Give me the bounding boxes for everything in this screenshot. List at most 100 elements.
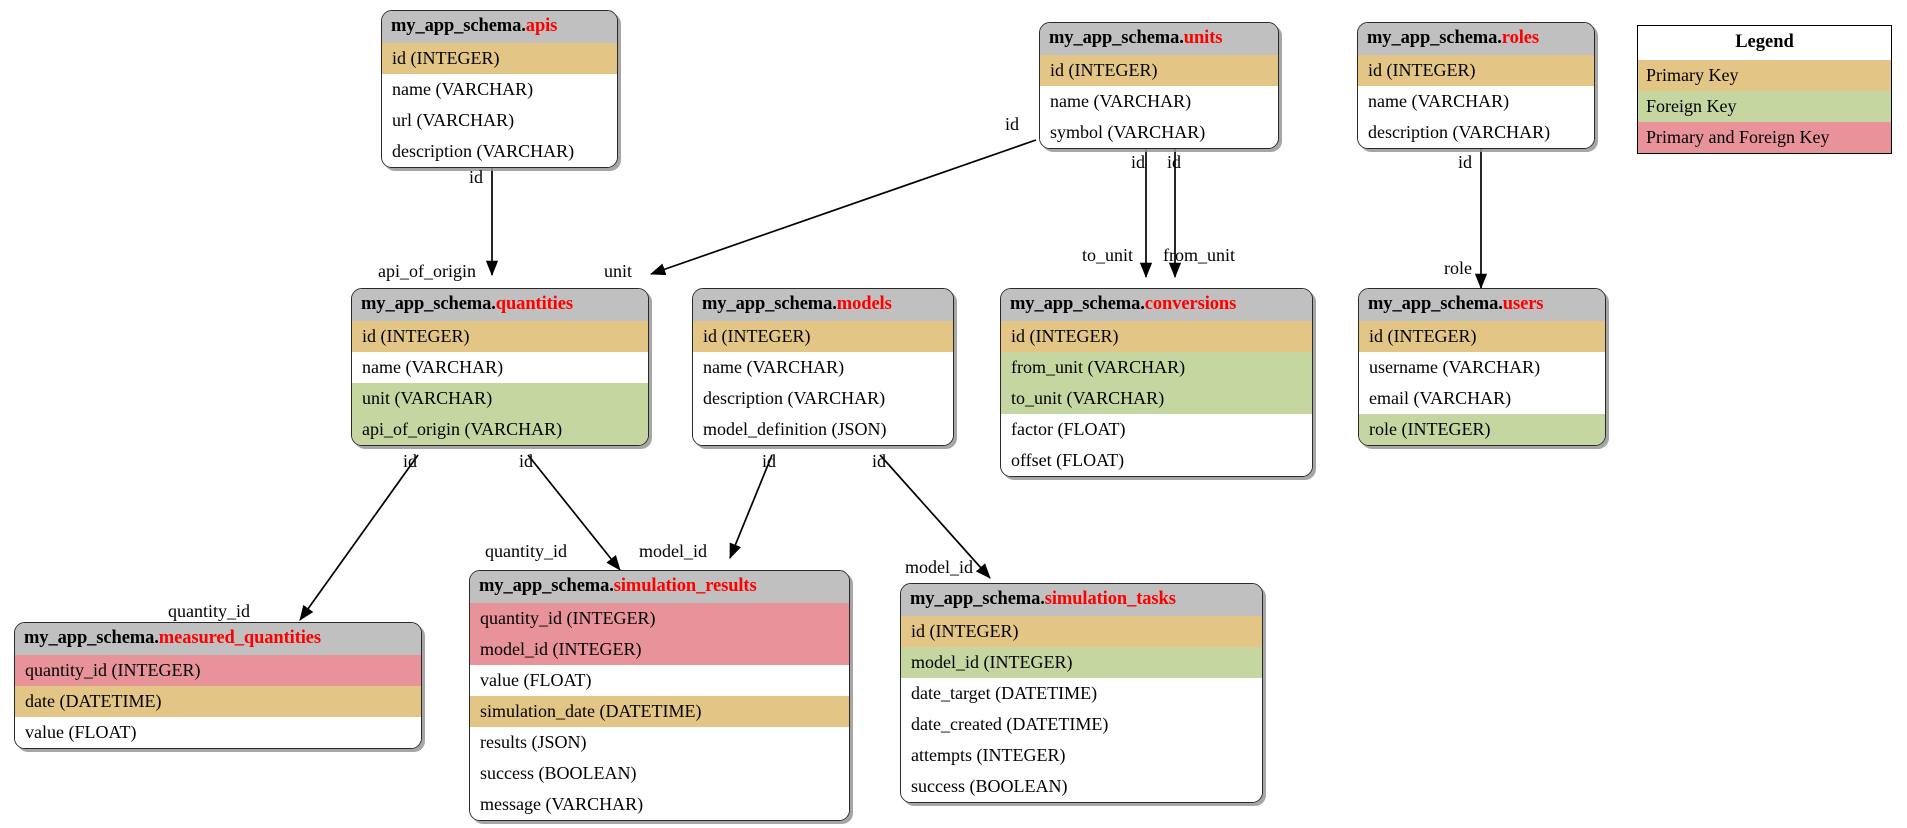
- table-header-apis: my_app_schema.apis: [382, 11, 617, 43]
- column-row: id (INTEGER): [1001, 320, 1312, 352]
- edge-label-models-simtasks-head: model_id: [905, 557, 973, 577]
- table-quantities[interactable]: my_app_schema.quantities id (INTEGER) na…: [351, 288, 649, 446]
- table-header-simulation-results: my_app_schema.simulation_results: [470, 571, 849, 603]
- edge-label-roles-users-tail: id: [1458, 152, 1473, 172]
- table-units[interactable]: my_app_schema.units id (INTEGER) name (V…: [1039, 22, 1279, 149]
- table-conversions[interactable]: my_app_schema.conversions id (INTEGER) f…: [1000, 288, 1313, 477]
- table-header-quantities: my_app_schema.quantities: [352, 289, 648, 321]
- column-row: name (VARCHAR): [1040, 85, 1278, 117]
- column-row: quantity_id (INTEGER): [470, 602, 849, 634]
- column-row: model_definition (JSON): [693, 413, 953, 445]
- schema-prefix: my_app_schema.: [391, 16, 526, 36]
- column-row: name (VARCHAR): [1358, 85, 1594, 117]
- table-name: simulation_tasks: [1044, 589, 1176, 609]
- table-name: quantities: [495, 294, 573, 314]
- er-diagram-canvas: my_app_schema.apis id (INTEGER) name (VA…: [0, 0, 1907, 828]
- column-row: description (VARCHAR): [1358, 116, 1594, 148]
- column-row: id (INTEGER): [1040, 54, 1278, 86]
- legend-panel: Legend Primary Key Foreign Key Primary a…: [1637, 25, 1892, 154]
- column-row: date_target (DATETIME): [901, 677, 1262, 709]
- edge-units-to-quantities: [650, 139, 1037, 276]
- schema-prefix: my_app_schema.: [1049, 28, 1184, 48]
- column-row: quantity_id (INTEGER): [15, 654, 421, 686]
- table-header-models: my_app_schema.models: [693, 289, 953, 321]
- schema-prefix: my_app_schema.: [1367, 28, 1502, 48]
- column-row: unit (VARCHAR): [352, 382, 648, 414]
- table-name: models: [836, 294, 892, 314]
- column-row: symbol (VARCHAR): [1040, 116, 1278, 148]
- table-header-units: my_app_schema.units: [1040, 23, 1278, 55]
- column-row: factor (FLOAT): [1001, 413, 1312, 445]
- table-models[interactable]: my_app_schema.models id (INTEGER) name (…: [692, 288, 954, 446]
- edge-label-conversions-to-unit-tail: id: [1131, 152, 1146, 172]
- edge-label-units-quantities-tail: id: [1005, 114, 1020, 134]
- edge-label-conversions-from-unit-head: from_unit: [1163, 245, 1235, 265]
- table-roles[interactable]: my_app_schema.roles id (INTEGER) name (V…: [1357, 22, 1595, 149]
- column-row: from_unit (VARCHAR): [1001, 351, 1312, 383]
- column-row: results (JSON): [470, 726, 849, 758]
- column-row: value (FLOAT): [15, 716, 421, 748]
- schema-prefix: my_app_schema.: [361, 294, 496, 314]
- edge-label-models-simtasks-tail: id: [872, 451, 887, 471]
- edge-label-apis-head: api_of_origin: [378, 261, 476, 281]
- column-row: username (VARCHAR): [1359, 351, 1605, 383]
- column-row: success (BOOLEAN): [470, 757, 849, 789]
- column-row: value (FLOAT): [470, 664, 849, 696]
- column-row: name (VARCHAR): [382, 73, 617, 105]
- column-row: simulation_date (DATETIME): [470, 695, 849, 727]
- edge-label-units-quantities-head: unit: [604, 261, 633, 281]
- edge-label-quantities-measured-tail: id: [403, 451, 418, 471]
- table-name: conversions: [1144, 294, 1237, 314]
- column-row: model_id (INTEGER): [901, 646, 1262, 678]
- table-header-users: my_app_schema.users: [1359, 289, 1605, 321]
- table-header-roles: my_app_schema.roles: [1358, 23, 1594, 55]
- legend-item-foreign-key: Foreign Key: [1638, 90, 1891, 122]
- edge-label-quantities-simresults-tail: id: [519, 451, 534, 471]
- table-measured-quantities[interactable]: my_app_schema.measured_quantities quanti…: [14, 622, 422, 749]
- column-row: name (VARCHAR): [693, 351, 953, 383]
- column-row: id (INTEGER): [901, 615, 1262, 647]
- table-apis[interactable]: my_app_schema.apis id (INTEGER) name (VA…: [381, 10, 618, 168]
- edge-quantities-to-measured-quantities: [299, 454, 419, 621]
- schema-prefix: my_app_schema.: [1368, 294, 1503, 314]
- edge-label-models-simresults-head: model_id: [639, 541, 707, 561]
- column-row: role (INTEGER): [1359, 413, 1605, 445]
- table-name: roles: [1501, 28, 1539, 48]
- table-name: units: [1183, 28, 1223, 48]
- column-row: date (DATETIME): [15, 685, 421, 717]
- schema-prefix: my_app_schema.: [1010, 294, 1145, 314]
- column-row: date_created (DATETIME): [901, 708, 1262, 740]
- column-row: id (INTEGER): [352, 320, 648, 352]
- column-row: message (VARCHAR): [470, 788, 849, 820]
- edge-label-conversions-to-unit-head: to_unit: [1082, 245, 1134, 265]
- schema-prefix: my_app_schema.: [910, 589, 1045, 609]
- table-header-measured-quantities: my_app_schema.measured_quantities: [15, 623, 421, 655]
- column-row: id (INTEGER): [382, 42, 617, 74]
- column-row: model_id (INTEGER): [470, 633, 849, 665]
- table-name: simulation_results: [613, 576, 757, 596]
- column-row: attempts (INTEGER): [901, 739, 1262, 771]
- schema-prefix: my_app_schema.: [24, 628, 159, 648]
- schema-prefix: my_app_schema.: [702, 294, 837, 314]
- table-name: users: [1502, 294, 1544, 314]
- column-row: offset (FLOAT): [1001, 444, 1312, 476]
- edge-label-roles-users-head: role: [1444, 258, 1472, 278]
- schema-prefix: my_app_schema.: [479, 576, 614, 596]
- table-simulation-results[interactable]: my_app_schema.simulation_results quantit…: [469, 570, 850, 821]
- legend-title: Legend: [1638, 26, 1891, 60]
- legend-item-primary-key: Primary Key: [1638, 59, 1891, 91]
- edge-label-apis-tail: id: [469, 167, 484, 187]
- edge-label-quantities-measured-head: quantity_id: [168, 601, 250, 621]
- edge-label-conversions-from-unit-tail: id: [1167, 152, 1182, 172]
- column-row: url (VARCHAR): [382, 104, 617, 136]
- column-row: api_of_origin (VARCHAR): [352, 413, 648, 445]
- column-row: description (VARCHAR): [382, 135, 617, 167]
- table-header-conversions: my_app_schema.conversions: [1001, 289, 1312, 321]
- table-name: apis: [525, 16, 558, 36]
- table-users[interactable]: my_app_schema.users id (INTEGER) usernam…: [1358, 288, 1606, 446]
- table-simulation-tasks[interactable]: my_app_schema.simulation_tasks id (INTEG…: [900, 583, 1263, 803]
- column-row: id (INTEGER): [1359, 320, 1605, 352]
- legend-item-primary-and-foreign-key: Primary and Foreign Key: [1638, 121, 1891, 153]
- column-row: email (VARCHAR): [1359, 382, 1605, 414]
- column-row: name (VARCHAR): [352, 351, 648, 383]
